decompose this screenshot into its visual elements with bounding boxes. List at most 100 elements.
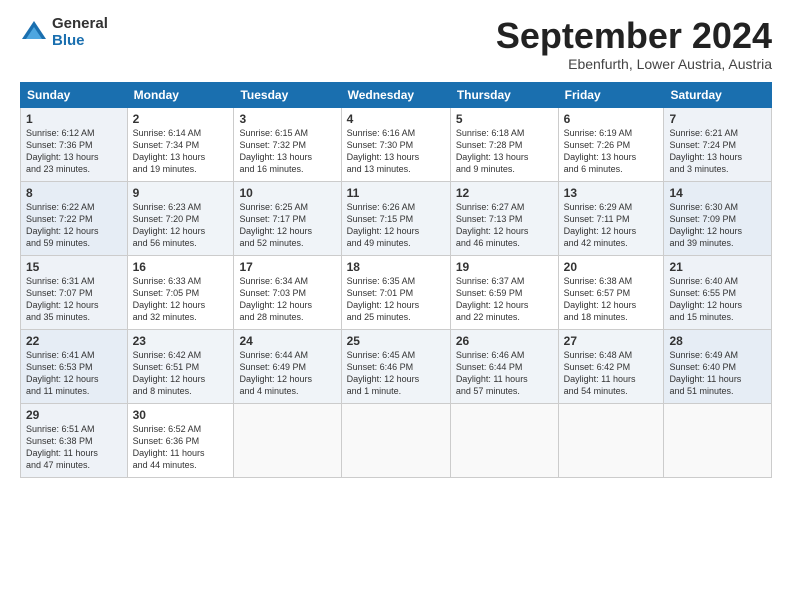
day-info: Sunrise: 6:30 AM Sunset: 7:09 PM Dayligh… xyxy=(669,201,766,250)
table-row: 16Sunrise: 6:33 AM Sunset: 7:05 PM Dayli… xyxy=(127,255,234,329)
table-row: 7Sunrise: 6:21 AM Sunset: 7:24 PM Daylig… xyxy=(664,107,772,181)
day-number: 20 xyxy=(564,260,659,274)
table-row: 11Sunrise: 6:26 AM Sunset: 7:15 PM Dayli… xyxy=(341,181,450,255)
page: General Blue September 2024 Ebenfurth, L… xyxy=(0,0,792,612)
day-info: Sunrise: 6:38 AM Sunset: 6:57 PM Dayligh… xyxy=(564,275,659,324)
day-info: Sunrise: 6:15 AM Sunset: 7:32 PM Dayligh… xyxy=(239,127,335,176)
calendar-table: Sunday Monday Tuesday Wednesday Thursday… xyxy=(20,82,772,478)
day-number: 18 xyxy=(347,260,445,274)
table-row: 8Sunrise: 6:22 AM Sunset: 7:22 PM Daylig… xyxy=(21,181,128,255)
table-row: 28Sunrise: 6:49 AM Sunset: 6:40 PM Dayli… xyxy=(664,329,772,403)
day-info: Sunrise: 6:44 AM Sunset: 6:49 PM Dayligh… xyxy=(239,349,335,398)
day-info: Sunrise: 6:34 AM Sunset: 7:03 PM Dayligh… xyxy=(239,275,335,324)
day-info: Sunrise: 6:23 AM Sunset: 7:20 PM Dayligh… xyxy=(133,201,229,250)
day-info: Sunrise: 6:19 AM Sunset: 7:26 PM Dayligh… xyxy=(564,127,659,176)
table-row: 13Sunrise: 6:29 AM Sunset: 7:11 PM Dayli… xyxy=(558,181,664,255)
logo-blue: Blue xyxy=(52,33,108,50)
day-number: 13 xyxy=(564,186,659,200)
table-row: 15Sunrise: 6:31 AM Sunset: 7:07 PM Dayli… xyxy=(21,255,128,329)
table-row: 22Sunrise: 6:41 AM Sunset: 6:53 PM Dayli… xyxy=(21,329,128,403)
subtitle: Ebenfurth, Lower Austria, Austria xyxy=(496,56,772,72)
day-info: Sunrise: 6:21 AM Sunset: 7:24 PM Dayligh… xyxy=(669,127,766,176)
table-row: 5Sunrise: 6:18 AM Sunset: 7:28 PM Daylig… xyxy=(450,107,558,181)
day-info: Sunrise: 6:40 AM Sunset: 6:55 PM Dayligh… xyxy=(669,275,766,324)
day-info: Sunrise: 6:41 AM Sunset: 6:53 PM Dayligh… xyxy=(26,349,122,398)
table-row: 9Sunrise: 6:23 AM Sunset: 7:20 PM Daylig… xyxy=(127,181,234,255)
calendar-row: 1Sunrise: 6:12 AM Sunset: 7:36 PM Daylig… xyxy=(21,107,772,181)
day-info: Sunrise: 6:33 AM Sunset: 7:05 PM Dayligh… xyxy=(133,275,229,324)
month-title: September 2024 xyxy=(496,16,772,56)
day-number: 25 xyxy=(347,334,445,348)
day-number: 26 xyxy=(456,334,553,348)
table-row: 19Sunrise: 6:37 AM Sunset: 6:59 PM Dayli… xyxy=(450,255,558,329)
calendar-row: 15Sunrise: 6:31 AM Sunset: 7:07 PM Dayli… xyxy=(21,255,772,329)
day-number: 27 xyxy=(564,334,659,348)
day-number: 21 xyxy=(669,260,766,274)
day-number: 7 xyxy=(669,112,766,126)
table-row xyxy=(664,403,772,477)
day-info: Sunrise: 6:51 AM Sunset: 6:38 PM Dayligh… xyxy=(26,423,122,472)
table-row: 20Sunrise: 6:38 AM Sunset: 6:57 PM Dayli… xyxy=(558,255,664,329)
table-row: 2Sunrise: 6:14 AM Sunset: 7:34 PM Daylig… xyxy=(127,107,234,181)
table-row xyxy=(234,403,341,477)
day-number: 5 xyxy=(456,112,553,126)
table-row: 10Sunrise: 6:25 AM Sunset: 7:17 PM Dayli… xyxy=(234,181,341,255)
day-number: 22 xyxy=(26,334,122,348)
header-thursday: Thursday xyxy=(450,82,558,107)
day-number: 23 xyxy=(133,334,229,348)
day-info: Sunrise: 6:49 AM Sunset: 6:40 PM Dayligh… xyxy=(669,349,766,398)
day-info: Sunrise: 6:31 AM Sunset: 7:07 PM Dayligh… xyxy=(26,275,122,324)
header-tuesday: Tuesday xyxy=(234,82,341,107)
table-row: 23Sunrise: 6:42 AM Sunset: 6:51 PM Dayli… xyxy=(127,329,234,403)
table-row: 17Sunrise: 6:34 AM Sunset: 7:03 PM Dayli… xyxy=(234,255,341,329)
day-number: 28 xyxy=(669,334,766,348)
table-row: 26Sunrise: 6:46 AM Sunset: 6:44 PM Dayli… xyxy=(450,329,558,403)
table-row: 12Sunrise: 6:27 AM Sunset: 7:13 PM Dayli… xyxy=(450,181,558,255)
logo-general: General xyxy=(52,16,108,33)
table-row: 21Sunrise: 6:40 AM Sunset: 6:55 PM Dayli… xyxy=(664,255,772,329)
header-friday: Friday xyxy=(558,82,664,107)
day-number: 17 xyxy=(239,260,335,274)
table-row: 29Sunrise: 6:51 AM Sunset: 6:38 PM Dayli… xyxy=(21,403,128,477)
day-number: 8 xyxy=(26,186,122,200)
table-row: 25Sunrise: 6:45 AM Sunset: 6:46 PM Dayli… xyxy=(341,329,450,403)
table-row: 18Sunrise: 6:35 AM Sunset: 7:01 PM Dayli… xyxy=(341,255,450,329)
day-info: Sunrise: 6:52 AM Sunset: 6:36 PM Dayligh… xyxy=(133,423,229,472)
day-info: Sunrise: 6:25 AM Sunset: 7:17 PM Dayligh… xyxy=(239,201,335,250)
table-row xyxy=(558,403,664,477)
title-section: September 2024 Ebenfurth, Lower Austria,… xyxy=(496,16,772,72)
table-row: 6Sunrise: 6:19 AM Sunset: 7:26 PM Daylig… xyxy=(558,107,664,181)
table-row: 27Sunrise: 6:48 AM Sunset: 6:42 PM Dayli… xyxy=(558,329,664,403)
day-info: Sunrise: 6:48 AM Sunset: 6:42 PM Dayligh… xyxy=(564,349,659,398)
header-sunday: Sunday xyxy=(21,82,128,107)
table-row: 14Sunrise: 6:30 AM Sunset: 7:09 PM Dayli… xyxy=(664,181,772,255)
day-number: 11 xyxy=(347,186,445,200)
day-info: Sunrise: 6:12 AM Sunset: 7:36 PM Dayligh… xyxy=(26,127,122,176)
day-number: 12 xyxy=(456,186,553,200)
table-row xyxy=(341,403,450,477)
header-monday: Monday xyxy=(127,82,234,107)
day-number: 3 xyxy=(239,112,335,126)
day-info: Sunrise: 6:22 AM Sunset: 7:22 PM Dayligh… xyxy=(26,201,122,250)
day-number: 29 xyxy=(26,408,122,422)
day-info: Sunrise: 6:46 AM Sunset: 6:44 PM Dayligh… xyxy=(456,349,553,398)
day-info: Sunrise: 6:35 AM Sunset: 7:01 PM Dayligh… xyxy=(347,275,445,324)
day-info: Sunrise: 6:26 AM Sunset: 7:15 PM Dayligh… xyxy=(347,201,445,250)
header: General Blue September 2024 Ebenfurth, L… xyxy=(20,16,772,72)
day-number: 10 xyxy=(239,186,335,200)
day-number: 9 xyxy=(133,186,229,200)
day-info: Sunrise: 6:14 AM Sunset: 7:34 PM Dayligh… xyxy=(133,127,229,176)
table-row: 4Sunrise: 6:16 AM Sunset: 7:30 PM Daylig… xyxy=(341,107,450,181)
logo-icon xyxy=(20,19,48,47)
header-saturday: Saturday xyxy=(664,82,772,107)
day-number: 30 xyxy=(133,408,229,422)
day-number: 15 xyxy=(26,260,122,274)
day-number: 1 xyxy=(26,112,122,126)
table-row: 3Sunrise: 6:15 AM Sunset: 7:32 PM Daylig… xyxy=(234,107,341,181)
calendar-row: 22Sunrise: 6:41 AM Sunset: 6:53 PM Dayli… xyxy=(21,329,772,403)
calendar-row: 8Sunrise: 6:22 AM Sunset: 7:22 PM Daylig… xyxy=(21,181,772,255)
day-info: Sunrise: 6:18 AM Sunset: 7:28 PM Dayligh… xyxy=(456,127,553,176)
calendar-row: 29Sunrise: 6:51 AM Sunset: 6:38 PM Dayli… xyxy=(21,403,772,477)
day-number: 24 xyxy=(239,334,335,348)
day-number: 14 xyxy=(669,186,766,200)
